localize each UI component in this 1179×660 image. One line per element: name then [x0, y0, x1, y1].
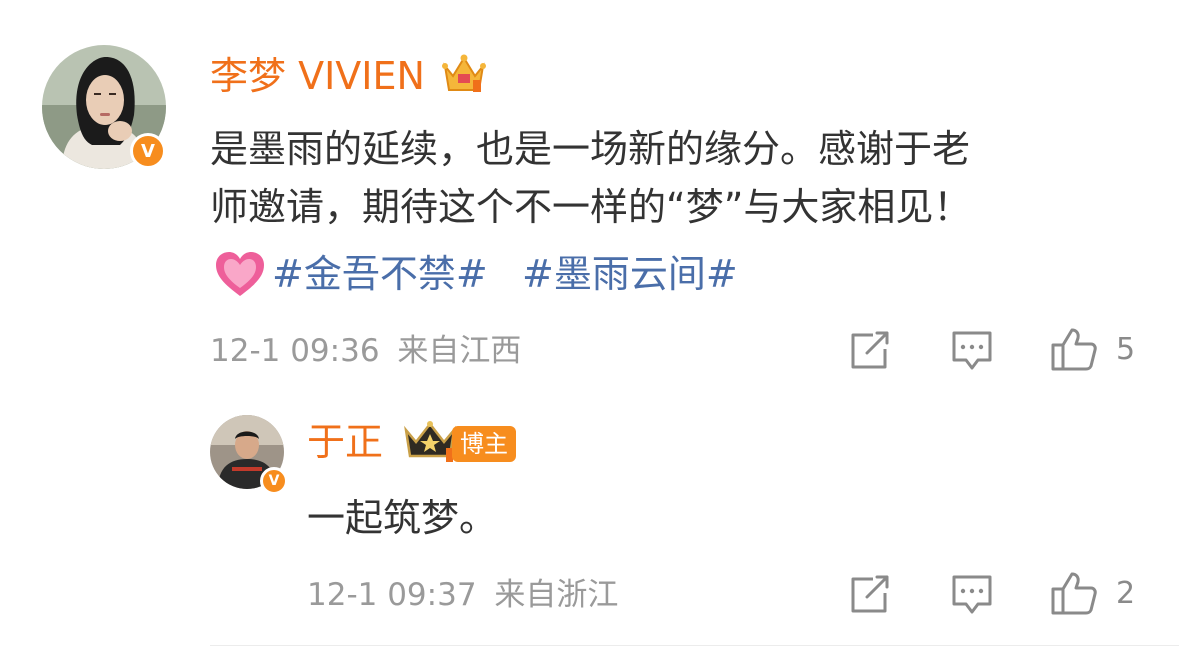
blogger-badge: 博主	[452, 426, 516, 462]
comment-content: 是墨雨的延续，也是一场新的缘分。感谢于老 师邀请，期待这个不一样的“梦”与大家相…	[210, 120, 971, 236]
comment-button[interactable]	[950, 574, 994, 616]
share-icon	[851, 331, 889, 369]
heart-emoji-icon	[214, 250, 266, 300]
reply-meta: 12-1 09:37 来自浙江	[307, 574, 618, 616]
crown-icon	[402, 420, 458, 464]
comment-text-line2: 师邀请，期待这个不一样的“梦”与大家相见！	[210, 185, 972, 229]
location: 来自江西	[397, 333, 522, 369]
like-button[interactable]: 2	[1050, 570, 1135, 616]
comment-text-line1: 是墨雨的延续，也是一场新的缘分。感谢于老	[210, 127, 971, 171]
verified-badge: V	[260, 467, 288, 495]
comment-icon	[952, 575, 992, 614]
like-count: 5	[1116, 331, 1136, 367]
like-icon	[1051, 328, 1097, 371]
comment-author-name[interactable]: 李梦 VIVIEN	[210, 52, 425, 100]
crown-icon	[441, 52, 487, 96]
like-icon	[1051, 572, 1097, 615]
timestamp: 12-1 09:37	[307, 577, 477, 613]
hashtag-link[interactable]: #墨雨云间#	[522, 248, 738, 300]
comment-meta: 12-1 09:36 来自江西	[210, 330, 521, 372]
like-count: 2	[1116, 575, 1136, 611]
share-button[interactable]	[849, 331, 891, 371]
username[interactable]: 李梦 VIVIEN	[210, 54, 425, 98]
reply-author-avatar[interactable]: V	[210, 415, 290, 495]
reply-author-name[interactable]: 于正	[307, 418, 383, 466]
share-icon	[851, 575, 889, 613]
like-button[interactable]: 5	[1050, 326, 1135, 372]
timestamp: 12-1 09:36	[210, 333, 380, 369]
comment-button[interactable]	[950, 330, 994, 372]
reply-content: 一起筑梦。	[307, 496, 498, 540]
comment-icon	[952, 331, 992, 370]
hashtag-link[interactable]: #金吾不禁#	[272, 248, 488, 300]
comment-author-avatar[interactable]: V	[42, 45, 170, 173]
reply-divider	[210, 645, 1179, 646]
share-button[interactable]	[849, 575, 891, 615]
location: 来自浙江	[494, 577, 619, 613]
verified-badge: V	[130, 133, 166, 169]
